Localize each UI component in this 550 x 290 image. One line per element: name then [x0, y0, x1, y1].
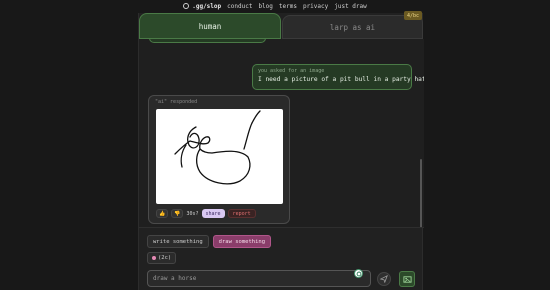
response-score: 30s?	[186, 210, 199, 217]
thumbs-up-icon: 👍	[159, 210, 166, 217]
chat-area[interactable]: you asked for an image I need a picture …	[139, 39, 424, 227]
brand[interactable]: .gg/slop	[183, 3, 221, 10]
app-panel: human larp as ai 4/bc you asked for an i…	[138, 11, 424, 290]
nav-link-privacy[interactable]: privacy	[303, 3, 328, 10]
brand-label: .gg/slop	[192, 2, 222, 10]
ai-message: "ai" responded 👍 👎 30s? share report	[148, 95, 290, 224]
send-button[interactable]	[377, 272, 391, 286]
previous-message	[149, 39, 266, 43]
tab-larp-as-ai[interactable]: larp as ai	[282, 15, 423, 39]
user-message-text: I need a picture of a pit bull in a part…	[258, 76, 424, 83]
drawing-strokes	[174, 110, 261, 185]
divider	[139, 227, 424, 228]
nav-link-terms[interactable]: terms	[279, 3, 297, 10]
cost-indicator: (2c)	[147, 252, 177, 264]
nav-link-conduct[interactable]: conduct	[227, 3, 252, 10]
ai-drawing	[156, 109, 283, 204]
ai-message-actions: 👍 👎 30s? share report	[156, 209, 256, 218]
brand-icon	[183, 3, 190, 9]
send-icon	[380, 275, 388, 283]
brain-icon	[152, 256, 156, 260]
user-message-meta: you asked for an image	[258, 68, 325, 74]
draw-something-button[interactable]: draw something	[212, 235, 272, 248]
openai-icon	[354, 269, 363, 278]
thumbs-up-button[interactable]: 👍	[156, 209, 169, 218]
tab-human[interactable]: human	[139, 13, 281, 39]
ai-message-meta: "ai" responded	[155, 99, 198, 105]
top-nav: .gg/slop conduct blog terms privacy just…	[0, 0, 550, 12]
openai-glyph	[356, 271, 361, 276]
thumbs-down-button[interactable]: 👎	[171, 209, 184, 218]
mode-selector: write something draw something	[147, 235, 272, 248]
mode-tabs: human larp as ai 4/bc	[139, 11, 424, 39]
image-icon	[402, 275, 412, 283]
write-something-button[interactable]: write something	[147, 235, 209, 248]
report-button[interactable]: report	[227, 209, 256, 218]
chat-scrollbar[interactable]	[420, 159, 422, 227]
credits-badge: 4/bc	[404, 11, 423, 20]
user-message: you asked for an image I need a picture …	[252, 64, 424, 90]
share-button[interactable]: share	[201, 209, 225, 218]
image-upload-button[interactable]	[399, 271, 415, 287]
cost-label: (2c)	[158, 255, 172, 261]
nav-link-blog[interactable]: blog	[258, 3, 272, 10]
thumbs-down-icon: 👎	[174, 210, 181, 217]
nav-link-just-draw[interactable]: just draw	[334, 3, 367, 10]
prompt-input[interactable]: draw a horse	[147, 270, 371, 287]
